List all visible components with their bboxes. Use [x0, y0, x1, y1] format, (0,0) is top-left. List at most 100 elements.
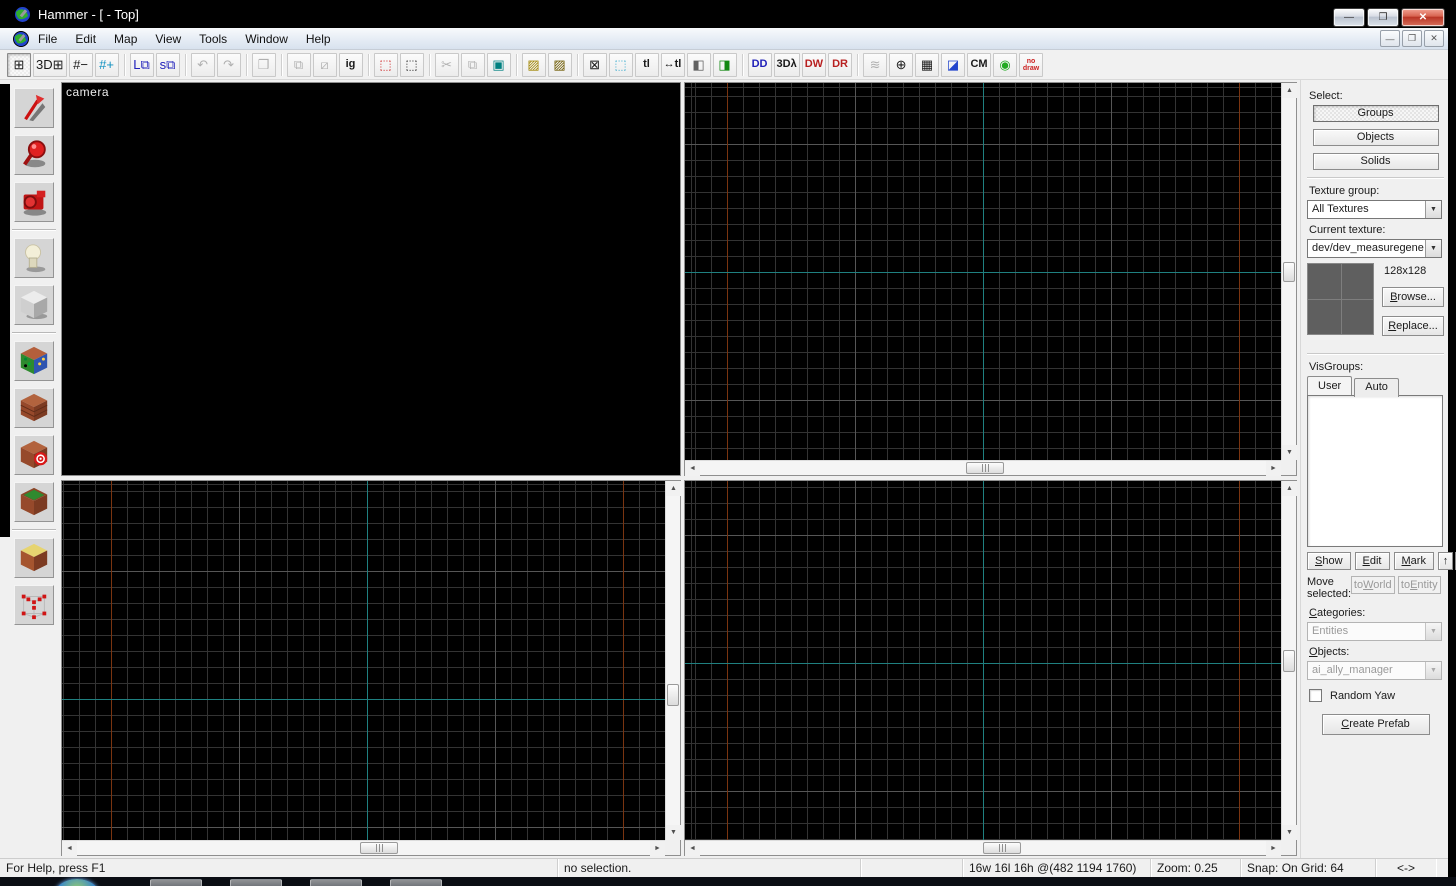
- close-button[interactable]: ✕: [1401, 8, 1445, 27]
- toggle-nodraw-button[interactable]: no draw: [1019, 52, 1044, 77]
- visgroups-tab-auto[interactable]: Auto: [1354, 378, 1399, 397]
- texture-group-dropdown[interactable]: All Textures ▼: [1307, 200, 1442, 219]
- ungroup-button[interactable]: ⧄: [312, 52, 337, 77]
- taskbar-item[interactable]: [310, 879, 362, 886]
- taskbar-item[interactable]: [390, 879, 442, 886]
- grid-2d[interactable]: [62, 481, 665, 840]
- scroll-right-button[interactable]: ►: [1266, 841, 1281, 856]
- color-mode-button[interactable]: CM: [967, 52, 992, 77]
- undo-button[interactable]: ↶: [190, 52, 215, 77]
- visgroup-mark-button[interactable]: Mark: [1393, 552, 1434, 570]
- horizontal-scrollbar[interactable]: ◄ ►: [685, 460, 1281, 476]
- toggle-sprites-button[interactable]: ⊕: [889, 52, 914, 77]
- flip-vertical-button[interactable]: ◨: [712, 52, 737, 77]
- toggle-occluders-button[interactable]: ▦: [915, 52, 940, 77]
- load-window-state-button[interactable]: L⧉: [129, 52, 154, 77]
- front-2d-viewport[interactable]: ▲ ▼ ◄ ►: [61, 480, 681, 856]
- dropdown-arrow-icon[interactable]: ▼: [1425, 240, 1441, 257]
- menu-map[interactable]: Map: [105, 29, 146, 49]
- scroll-down-button[interactable]: ▼: [666, 825, 681, 840]
- toggle-fade-preview-button[interactable]: ◪: [941, 52, 966, 77]
- toggle-displacement-walkable-button[interactable]: DW: [801, 52, 827, 77]
- carve-with-selected-button[interactable]: ❒: [251, 52, 276, 77]
- toggle-props-button[interactable]: ◉: [993, 52, 1018, 77]
- paste-button[interactable]: ▣: [486, 52, 511, 77]
- toggle-grid-button[interactable]: ⊞: [7, 52, 31, 77]
- ignore-groups-button[interactable]: ig: [338, 52, 363, 77]
- scrollbar-thumb[interactable]: [983, 842, 1021, 854]
- to-world-button[interactable]: toWorld: [1351, 576, 1395, 594]
- toggle-detail-objects-button[interactable]: DD: [747, 52, 772, 77]
- visgroup-show-button[interactable]: Show: [1307, 552, 1351, 570]
- save-window-state-button[interactable]: s⧉: [155, 52, 180, 77]
- scroll-up-button[interactable]: ▲: [666, 481, 681, 496]
- scroll-right-button[interactable]: ►: [650, 841, 665, 856]
- cut-button[interactable]: ✂: [434, 52, 459, 77]
- auto-drag-select-button[interactable]: ⬚: [608, 52, 633, 77]
- menu-edit[interactable]: Edit: [66, 29, 105, 49]
- categories-dropdown[interactable]: Entities ▼: [1307, 622, 1442, 641]
- scrollbar-thumb[interactable]: [966, 462, 1004, 474]
- vertical-scrollbar[interactable]: ▲ ▼: [665, 481, 681, 840]
- visgroups-list[interactable]: [1307, 395, 1443, 547]
- browse-button[interactable]: Browse...: [1382, 287, 1444, 307]
- start-orb-icon[interactable]: [55, 879, 99, 886]
- hide-selected-button[interactable]: ⬚: [373, 52, 398, 77]
- to-entity-button[interactable]: toEntity: [1397, 576, 1441, 594]
- scroll-left-button[interactable]: ◄: [685, 461, 700, 476]
- texture-application-tool[interactable]: [14, 341, 54, 381]
- scroll-down-button[interactable]: ▼: [1282, 445, 1297, 460]
- taskbar-item[interactable]: [150, 879, 202, 886]
- scroll-up-button[interactable]: ▲: [1282, 83, 1297, 98]
- selection-tool[interactable]: [14, 88, 54, 128]
- windows-taskbar[interactable]: [0, 877, 1456, 886]
- objects-dropdown[interactable]: ai_ally_manager ▼: [1307, 661, 1442, 680]
- select-groups-button[interactable]: Groups: [1312, 105, 1439, 122]
- current-texture-dropdown[interactable]: dev/dev_measuregene ▼: [1307, 239, 1442, 258]
- toggle-3d-models-button[interactable]: 3Dλ: [773, 52, 800, 77]
- apply-current-texture-tool[interactable]: [14, 388, 54, 428]
- random-yaw-checkbox[interactable]: [1309, 689, 1322, 702]
- visgroup-move-up-button[interactable]: ↑: [1437, 552, 1453, 570]
- smaller-grid-button[interactable]: #−: [68, 52, 93, 77]
- vertical-scrollbar[interactable]: ▲ ▼: [1281, 481, 1297, 840]
- clipping-tool[interactable]: [14, 538, 54, 578]
- larger-grid-button[interactable]: #+: [94, 52, 119, 77]
- displacement-mask-button[interactable]: ≋: [863, 52, 888, 77]
- camera-tool[interactable]: [14, 182, 54, 222]
- mdi-restore-button[interactable]: ❐: [1402, 30, 1422, 47]
- replace-button[interactable]: Replace...: [1382, 316, 1444, 336]
- magnify-tool[interactable]: [14, 135, 54, 175]
- flip-horizontal-button[interactable]: ◧: [686, 52, 711, 77]
- block-tool[interactable]: [14, 285, 54, 325]
- texture-lock-button[interactable]: tl: [634, 52, 659, 77]
- scroll-down-button[interactable]: ▼: [1282, 825, 1297, 840]
- scrollbar-thumb[interactable]: [1283, 262, 1295, 282]
- menu-view[interactable]: View: [146, 29, 190, 49]
- toggle-3d-grid-button[interactable]: 3D⊞: [33, 52, 67, 77]
- top-2d-viewport[interactable]: ▲ ▼ ◄ ►: [684, 82, 1297, 476]
- menu-file[interactable]: File: [29, 29, 66, 49]
- select-touching-box-button[interactable]: ⊠: [582, 52, 607, 77]
- horizontal-scrollbar[interactable]: ◄ ►: [62, 840, 665, 856]
- scroll-left-button[interactable]: ◄: [62, 841, 77, 856]
- toggle-displacement-remove-button[interactable]: DR: [828, 52, 853, 77]
- side-2d-viewport[interactable]: ▲ ▼ ◄ ►: [684, 480, 1297, 856]
- visgroups-tab-user[interactable]: User: [1307, 376, 1353, 395]
- texture-scale-lock-button[interactable]: ↔tl: [660, 52, 685, 77]
- hide-unselected-button[interactable]: ⬚: [399, 52, 424, 77]
- copy-button[interactable]: ⧉: [460, 52, 485, 77]
- scrollbar-thumb[interactable]: [667, 684, 679, 706]
- scrollbar-thumb[interactable]: [1283, 650, 1295, 672]
- menu-help[interactable]: Help: [297, 29, 340, 49]
- scroll-up-button[interactable]: ▲: [1282, 481, 1297, 496]
- minimize-button[interactable]: —: [1333, 8, 1365, 27]
- cordon-edit-button[interactable]: ▨: [521, 52, 546, 77]
- camera-viewport[interactable]: camera: [61, 82, 681, 476]
- vertical-scrollbar[interactable]: ▲ ▼: [1281, 83, 1297, 460]
- mdi-minimize-button[interactable]: —: [1380, 30, 1400, 47]
- scroll-right-button[interactable]: ►: [1266, 461, 1281, 476]
- title-bar[interactable]: Hammer - [ - Top] — ❐ ✕: [0, 0, 1448, 28]
- group-button[interactable]: ⧉: [286, 52, 311, 77]
- overlay-tool[interactable]: [14, 482, 54, 522]
